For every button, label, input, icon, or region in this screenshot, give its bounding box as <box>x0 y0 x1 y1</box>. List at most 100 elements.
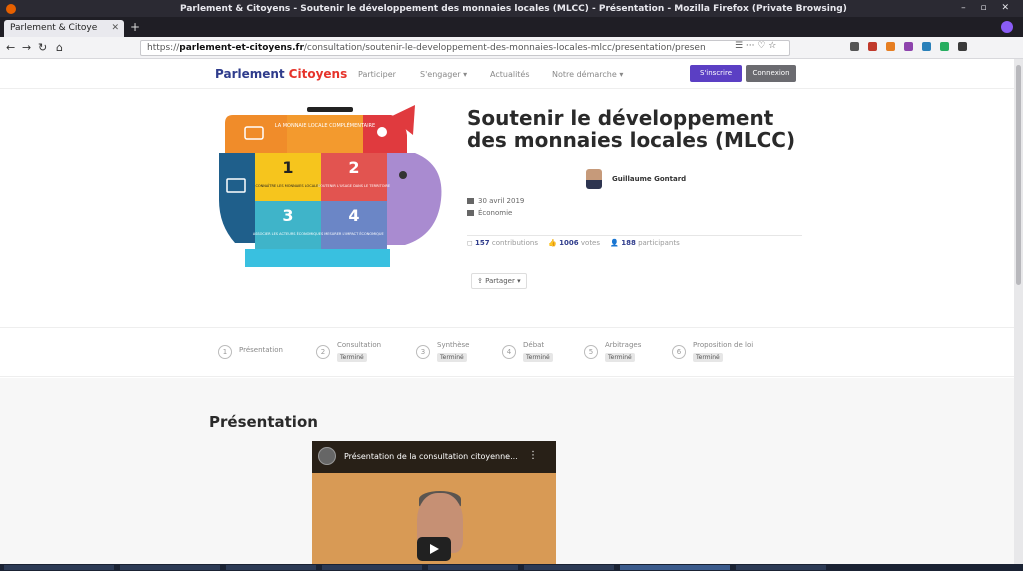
stat-contributions: ◻ 157 contributions <box>467 239 538 247</box>
window-controls[interactable]: – ▫ ✕ <box>961 3 1015 13</box>
taskbar-item[interactable] <box>120 565 220 570</box>
url-prefix: https:// <box>147 43 180 53</box>
logo-part1: Parlement <box>215 67 285 81</box>
share-icon: ⇪ <box>477 277 483 285</box>
os-taskbar <box>0 564 1023 571</box>
step-number: 5 <box>584 345 598 359</box>
channel-avatar[interactable] <box>318 447 336 465</box>
extension-icon[interactable] <box>940 42 949 51</box>
video-player[interactable]: Présentation de la consultation citoyenn… <box>312 441 556 564</box>
play-button-icon[interactable] <box>417 537 451 561</box>
piece4-number: 3 <box>282 206 293 225</box>
people-icon <box>377 127 387 137</box>
taskbar-item[interactable] <box>226 565 316 570</box>
piece2-number: 1 <box>282 158 293 177</box>
nav-notre-demarche[interactable]: Notre démarche ▾ <box>552 70 623 79</box>
window-title: Parlement & Citoyens - Soutenir le dével… <box>180 4 847 14</box>
step-label: Arbitrages <box>605 341 642 349</box>
step-status-badge: Terminé <box>337 353 367 362</box>
extension-icon[interactable] <box>886 42 895 51</box>
taskbar-item[interactable] <box>428 565 518 570</box>
piece4-text: ASSOCIER LES ACTEURS ÉCONOMIQUES <box>253 231 324 236</box>
scrollbar-thumb[interactable] <box>1016 65 1021 285</box>
nav-participer[interactable]: Participer <box>358 70 396 79</box>
folder-icon <box>467 210 474 216</box>
step-label: Consultation <box>337 341 382 349</box>
consultation-title: Soutenir le développement des monnaies l… <box>467 106 796 152</box>
step-status-badge: Terminé <box>437 353 467 362</box>
login-button[interactable]: Connexion <box>746 65 796 82</box>
calendar-icon <box>467 198 474 204</box>
piece5-number: 4 <box>348 206 359 225</box>
extension-icons <box>850 42 967 51</box>
share-button[interactable]: ⇪ Partager ▾ <box>471 273 527 289</box>
home-icon[interactable]: ⌂ <box>56 41 63 54</box>
theme[interactable]: Économie <box>467 209 512 217</box>
piece5-text: MESURER L'IMPACT ÉCONOMIQUE <box>324 231 383 236</box>
stats-row: ◻ 157 contributions 👍 1006 votes 👤 188 p… <box>467 239 688 247</box>
web-page: Parlement Citoyens Participer S'engager ▾… <box>0 59 1014 564</box>
url-actions-icon[interactable]: ☰ ··· ♡ ☆ <box>735 41 776 51</box>
browser-tab[interactable]: Parlement & Citoye ✕ <box>4 20 124 37</box>
reload-icon[interactable]: ↻ <box>38 41 47 54</box>
divider <box>467 235 802 236</box>
video-title-bar: Présentation de la consultation citoyenn… <box>312 441 556 473</box>
new-tab-icon[interactable]: + <box>130 20 140 34</box>
piece3-number: 2 <box>348 158 359 177</box>
site-logo[interactable]: Parlement Citoyens <box>215 67 347 81</box>
logo-part2: Citoyens <box>288 67 348 81</box>
browser-toolbar: ← → ↻ ⌂ https://parlement-et-citoyens.fr… <box>0 37 1023 59</box>
signin-button[interactable]: S'inscrire <box>690 65 742 82</box>
taskbar-item[interactable] <box>736 565 826 570</box>
share-label: Partager ▾ <box>485 277 521 285</box>
author-avatar[interactable] <box>586 169 602 189</box>
piggy-bank-illustration: LA MONNAIE LOCALE COMPLÉMENTAIRE 1 CONNA… <box>219 105 442 267</box>
step-label: Débat <box>523 341 545 349</box>
page-scrollbar[interactable] <box>1014 59 1023 564</box>
firefox-icon <box>6 4 16 14</box>
menu-icon[interactable] <box>958 42 967 51</box>
stat-participants: 👤 188 participants <box>610 239 680 247</box>
taskbar-item[interactable] <box>322 565 422 570</box>
stat-votes: 👍 1006 votes <box>548 239 601 247</box>
step-label: Synthèse <box>437 341 470 349</box>
back-icon[interactable]: ← <box>6 41 15 54</box>
piece2-text: CONNAÎTRE LES MONNAIES LOCALES <box>255 183 321 188</box>
window-titlebar: Parlement & Citoyens - Soutenir le dével… <box>0 0 1023 17</box>
piece3-text: SOUTENIR L'USAGE DANS LE TERRITOIRE <box>318 184 390 188</box>
step-number: 2 <box>316 345 330 359</box>
video-menu-icon[interactable]: ⋮ <box>528 450 538 461</box>
library-icon[interactable] <box>850 42 859 51</box>
extension-icon[interactable] <box>904 42 913 51</box>
nav-sengager[interactable]: S'engager ▾ <box>420 70 467 79</box>
step-number: 1 <box>218 345 232 359</box>
url-domain: parlement-et-citoyens.fr <box>179 43 304 53</box>
url-path: /consultation/soutenir-le-developpement-… <box>303 43 706 53</box>
extension-icon[interactable] <box>868 42 877 51</box>
step-number: 4 <box>502 345 516 359</box>
site-header: Parlement Citoyens Participer S'engager ▾… <box>0 59 1014 89</box>
step-status-badge: Terminé <box>693 353 723 362</box>
section-title: Présentation <box>209 413 318 431</box>
piece1-text: LA MONNAIE LOCALE COMPLÉMENTAIRE <box>275 121 375 129</box>
date-text: 30 avril 2019 <box>478 197 525 205</box>
forward-icon[interactable]: → <box>22 41 31 54</box>
tab-bar: Parlement & Citoye ✕ + <box>0 17 1023 37</box>
step-number: 6 <box>672 345 686 359</box>
step-label: Proposition de loi <box>693 341 754 349</box>
taskbar-item[interactable] <box>4 565 114 570</box>
step-status-badge: Terminé <box>605 353 635 362</box>
author-name[interactable]: Guillaume Gontard <box>612 175 686 183</box>
tab-close-icon[interactable]: ✕ <box>111 23 119 33</box>
system-tray <box>840 565 1010 570</box>
tab-label: Parlement & Citoye <box>10 23 98 33</box>
taskbar-item[interactable] <box>524 565 614 570</box>
video-title[interactable]: Présentation de la consultation citoyenn… <box>344 452 518 461</box>
extension-icon[interactable] <box>922 42 931 51</box>
screen: Parlement & Citoyens - Soutenir le dével… <box>0 0 1023 571</box>
url-bar[interactable]: https://parlement-et-citoyens.fr/consult… <box>140 40 790 56</box>
taskbar-item-active[interactable] <box>620 565 730 570</box>
nav-actualites[interactable]: Actualités <box>490 70 530 79</box>
step-number: 3 <box>416 345 430 359</box>
theme-text[interactable]: Économie <box>478 209 512 217</box>
